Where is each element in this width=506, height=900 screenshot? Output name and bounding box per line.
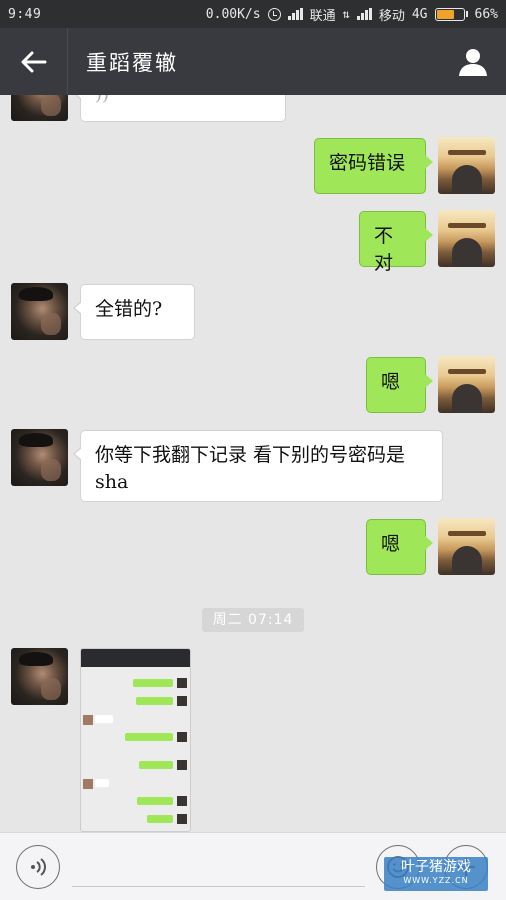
message-list[interactable]: )) 密码错误 不对 全错的? 嗯 你等下我翻下记录 看下别的号密码是sha 嗯…: [0, 95, 506, 832]
contact-avatar[interactable]: [11, 283, 68, 340]
message-bubble[interactable]: 你等下我翻下记录 看下别的号密码是sha: [73, 430, 443, 502]
network-type: 4G: [411, 6, 428, 22]
person-icon: [459, 48, 487, 76]
battery-icon: [434, 7, 468, 21]
message-bubble[interactable]: 密码错误: [314, 138, 433, 194]
input-bar: 叶子猪游戏 WWW.YZZ.CN: [0, 832, 506, 900]
battery-percent: 66%: [474, 6, 498, 22]
arrow-left-icon: [21, 51, 46, 72]
contact-avatar[interactable]: [11, 648, 68, 705]
contact-avatar[interactable]: [11, 429, 68, 486]
voice-icon: [31, 858, 46, 876]
chat-header: 重蹈覆辙: [0, 28, 506, 95]
carrier-1: 联通: [309, 8, 336, 24]
alarm-icon: [267, 7, 281, 21]
status-bar: 9:49 0.00K/s 联通 ⇅ 移动 4G 66%: [0, 0, 506, 28]
chat-title: 重蹈覆辙: [86, 50, 178, 75]
carrier-2: 移动: [378, 8, 405, 24]
voice-toggle-button[interactable]: [16, 845, 60, 889]
message-bubble[interactable]: 全错的?: [73, 284, 195, 340]
my-avatar[interactable]: [438, 210, 495, 267]
data-arrows-icon: ⇅: [342, 7, 350, 21]
message-bubble[interactable]: 嗯: [366, 357, 433, 413]
status-time: 9:49: [8, 6, 42, 22]
network-speed: 0.00K/s: [205, 6, 261, 22]
message-bubble[interactable]: 嗯: [366, 519, 433, 575]
image-message[interactable]: [80, 648, 191, 832]
my-avatar[interactable]: [438, 518, 495, 575]
back-button[interactable]: [0, 28, 68, 95]
watermark: 叶子猪游戏 WWW.YZZ.CN: [384, 857, 488, 891]
my-avatar[interactable]: [438, 356, 495, 413]
my-avatar[interactable]: [438, 137, 495, 194]
time-separator: 周二 07:14: [202, 608, 304, 632]
profile-button[interactable]: [440, 28, 506, 95]
message-input[interactable]: [72, 847, 365, 887]
signal-icon-2: [356, 8, 372, 20]
voice-wave-icon: )): [95, 95, 109, 105]
signal-icon: [287, 8, 303, 20]
contact-avatar[interactable]: [11, 95, 68, 121]
message-bubble[interactable]: 不对: [359, 211, 433, 274]
voice-message-bubble[interactable]: )): [73, 95, 286, 122]
